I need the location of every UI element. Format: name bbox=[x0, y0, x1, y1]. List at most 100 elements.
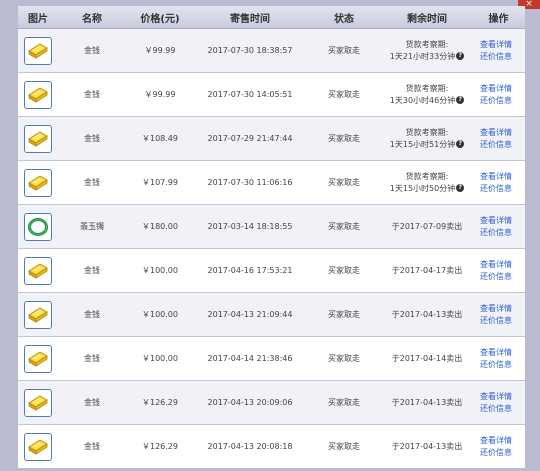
table-row: 翡玉镯 ￥180.00 2017-03-14 18:18:55 买家取走 于2017-0… bbox=[18, 204, 525, 249]
operations-cell: 查看详情 还价信息 bbox=[472, 116, 525, 161]
item-status: 买家取走 bbox=[306, 424, 382, 468]
view-details-link[interactable]: 查看详情 bbox=[480, 259, 525, 271]
operations-cell: 查看详情 还价信息 bbox=[472, 204, 525, 249]
consign-time: 2017-03-14 18:18:55 bbox=[194, 204, 306, 249]
help-icon[interactable]: ? bbox=[456, 140, 465, 148]
consign-time: 2017-04-13 21:09:44 bbox=[194, 292, 306, 337]
item-price: ￥100.00 bbox=[126, 292, 194, 337]
counter-offer-link[interactable]: 还价信息 bbox=[480, 271, 525, 283]
column-header: 寄售时间 bbox=[194, 6, 306, 29]
sold-date: 于2017-04-14卖出 bbox=[391, 354, 463, 363]
item-name: 金钱 bbox=[58, 28, 126, 73]
consign-time: 2017-07-29 21:47:44 bbox=[194, 116, 306, 161]
thumbnail-cell bbox=[18, 292, 58, 337]
consign-time: 2017-04-13 20:08:18 bbox=[194, 424, 306, 468]
thumbnail-cell bbox=[18, 160, 58, 205]
consign-time: 2017-04-14 21:38:46 bbox=[194, 336, 306, 381]
table-row: 金钱 ￥107.99 2017-07-30 11:06:16 买家取走 货款考察期: 1天… bbox=[18, 160, 525, 205]
remain-label: 货款考察期: bbox=[405, 171, 449, 181]
item-price: ￥126.29 bbox=[126, 424, 194, 468]
help-icon[interactable]: ? bbox=[456, 184, 465, 192]
gold-bar-icon[interactable] bbox=[24, 168, 52, 197]
table-row: 金钱 ￥126.29 2017-04-13 20:09:06 买家取走 于2017-04… bbox=[18, 380, 525, 425]
table-row: 金钱 ￥108.49 2017-07-29 21:47:44 买家取走 货款考察期: 1天… bbox=[18, 116, 525, 161]
thumbnail-cell bbox=[18, 72, 58, 117]
item-price: ￥107.99 bbox=[126, 160, 194, 205]
help-icon[interactable]: ? bbox=[456, 96, 465, 104]
gold-bar-icon[interactable] bbox=[24, 124, 52, 153]
counter-offer-link[interactable]: 还价信息 bbox=[480, 95, 525, 107]
thumbnail-cell bbox=[18, 380, 58, 425]
remaining-time-cell: 于2017-07-09卖出 bbox=[382, 204, 472, 249]
remain-time: 1天30小时46分钟 bbox=[389, 95, 456, 105]
help-icon[interactable]: ? bbox=[456, 52, 465, 60]
thumbnail-cell bbox=[18, 336, 58, 381]
view-details-link[interactable]: 查看详情 bbox=[480, 435, 525, 447]
counter-offer-link[interactable]: 还价信息 bbox=[480, 227, 525, 239]
gold-bar-icon[interactable] bbox=[24, 344, 52, 373]
operations-cell: 查看详情 还价信息 bbox=[472, 380, 525, 425]
view-details-link[interactable]: 查看详情 bbox=[480, 303, 525, 315]
counter-offer-link[interactable]: 还价信息 bbox=[480, 183, 525, 195]
remaining-time-cell: 于2017-04-13卖出 bbox=[382, 424, 472, 468]
gold-bar-icon[interactable] bbox=[24, 256, 52, 285]
consign-time: 2017-04-13 20:09:06 bbox=[194, 380, 306, 425]
table-row: 金钱 ￥99.99 2017-07-30 18:38:57 买家取走 货款考察期: 1天2… bbox=[18, 28, 525, 73]
item-price: ￥108.49 bbox=[126, 116, 194, 161]
gold-bar-icon[interactable] bbox=[24, 388, 52, 417]
table-row: 金钱 ￥100.00 2017-04-14 21:38:46 买家取走 于2017-04… bbox=[18, 336, 525, 381]
sold-date: 于2017-04-13卖出 bbox=[391, 310, 463, 319]
counter-offer-link[interactable]: 还价信息 bbox=[480, 359, 525, 371]
remain-label: 货款考察期: bbox=[405, 127, 449, 137]
view-details-link[interactable]: 查看详情 bbox=[480, 39, 525, 51]
remaining-time-cell: 货款考察期: 1天15小时50分钟? bbox=[382, 160, 472, 205]
consign-time: 2017-07-30 14:05:51 bbox=[194, 72, 306, 117]
column-header: 操作 bbox=[472, 6, 525, 29]
table-row: 金钱 ￥100.00 2017-04-16 17:53:21 买家取走 于2017-04… bbox=[18, 248, 525, 293]
counter-offer-link[interactable]: 还价信息 bbox=[480, 51, 525, 63]
item-name: 金钱 bbox=[58, 72, 126, 117]
counter-offer-link[interactable]: 还价信息 bbox=[480, 403, 525, 415]
item-status: 买家取走 bbox=[306, 72, 382, 117]
item-price: ￥99.99 bbox=[126, 72, 194, 117]
thumbnail-cell bbox=[18, 424, 58, 468]
view-details-link[interactable]: 查看详情 bbox=[480, 83, 525, 95]
table-row: 金钱 ￥99.99 2017-07-30 14:05:51 买家取走 货款考察期: 1天3… bbox=[18, 72, 525, 117]
remaining-time-cell: 于2017-04-13卖出 bbox=[382, 292, 472, 337]
sold-date: 于2017-07-09卖出 bbox=[391, 222, 463, 231]
view-details-link[interactable]: 查看详情 bbox=[480, 171, 525, 183]
operations-cell: 查看详情 还价信息 bbox=[472, 248, 525, 293]
sold-date: 于2017-04-13卖出 bbox=[391, 398, 463, 407]
item-status: 买家取走 bbox=[306, 204, 382, 249]
remain-label: 货款考察期: bbox=[405, 39, 449, 49]
remain-time: 1天21小时33分钟 bbox=[389, 51, 456, 61]
item-price: ￥99.99 bbox=[126, 28, 194, 73]
counter-offer-link[interactable]: 还价信息 bbox=[480, 447, 525, 459]
gold-bar-icon[interactable] bbox=[24, 80, 52, 109]
operations-cell: 查看详情 还价信息 bbox=[472, 292, 525, 337]
item-name: 金钱 bbox=[58, 336, 126, 381]
item-name: 金钱 bbox=[58, 248, 126, 293]
gold-bar-icon[interactable] bbox=[24, 36, 52, 65]
thumbnail-cell bbox=[18, 116, 58, 161]
jade-bracelet-icon[interactable] bbox=[24, 212, 52, 241]
gold-bar-icon[interactable] bbox=[24, 432, 52, 461]
column-header: 价格(元) bbox=[126, 6, 194, 29]
operations-cell: 查看详情 还价信息 bbox=[472, 160, 525, 205]
column-header: 剩余时间 bbox=[382, 6, 472, 29]
remaining-time-cell: 于2017-04-14卖出 bbox=[382, 336, 472, 381]
item-status: 买家取走 bbox=[306, 160, 382, 205]
consign-time: 2017-07-30 11:06:16 bbox=[194, 160, 306, 205]
item-name: 金钱 bbox=[58, 160, 126, 205]
view-details-link[interactable]: 查看详情 bbox=[480, 127, 525, 139]
thumbnail-cell bbox=[18, 248, 58, 293]
sold-date: 于2017-04-17卖出 bbox=[391, 266, 463, 275]
item-status: 买家取走 bbox=[306, 292, 382, 337]
counter-offer-link[interactable]: 还价信息 bbox=[480, 315, 525, 327]
remain-time: 1天15小时50分钟 bbox=[389, 183, 456, 193]
gold-bar-icon[interactable] bbox=[24, 300, 52, 329]
view-details-link[interactable]: 查看详情 bbox=[480, 347, 525, 359]
view-details-link[interactable]: 查看详情 bbox=[480, 391, 525, 403]
view-details-link[interactable]: 查看详情 bbox=[480, 215, 525, 227]
counter-offer-link[interactable]: 还价信息 bbox=[480, 139, 525, 151]
